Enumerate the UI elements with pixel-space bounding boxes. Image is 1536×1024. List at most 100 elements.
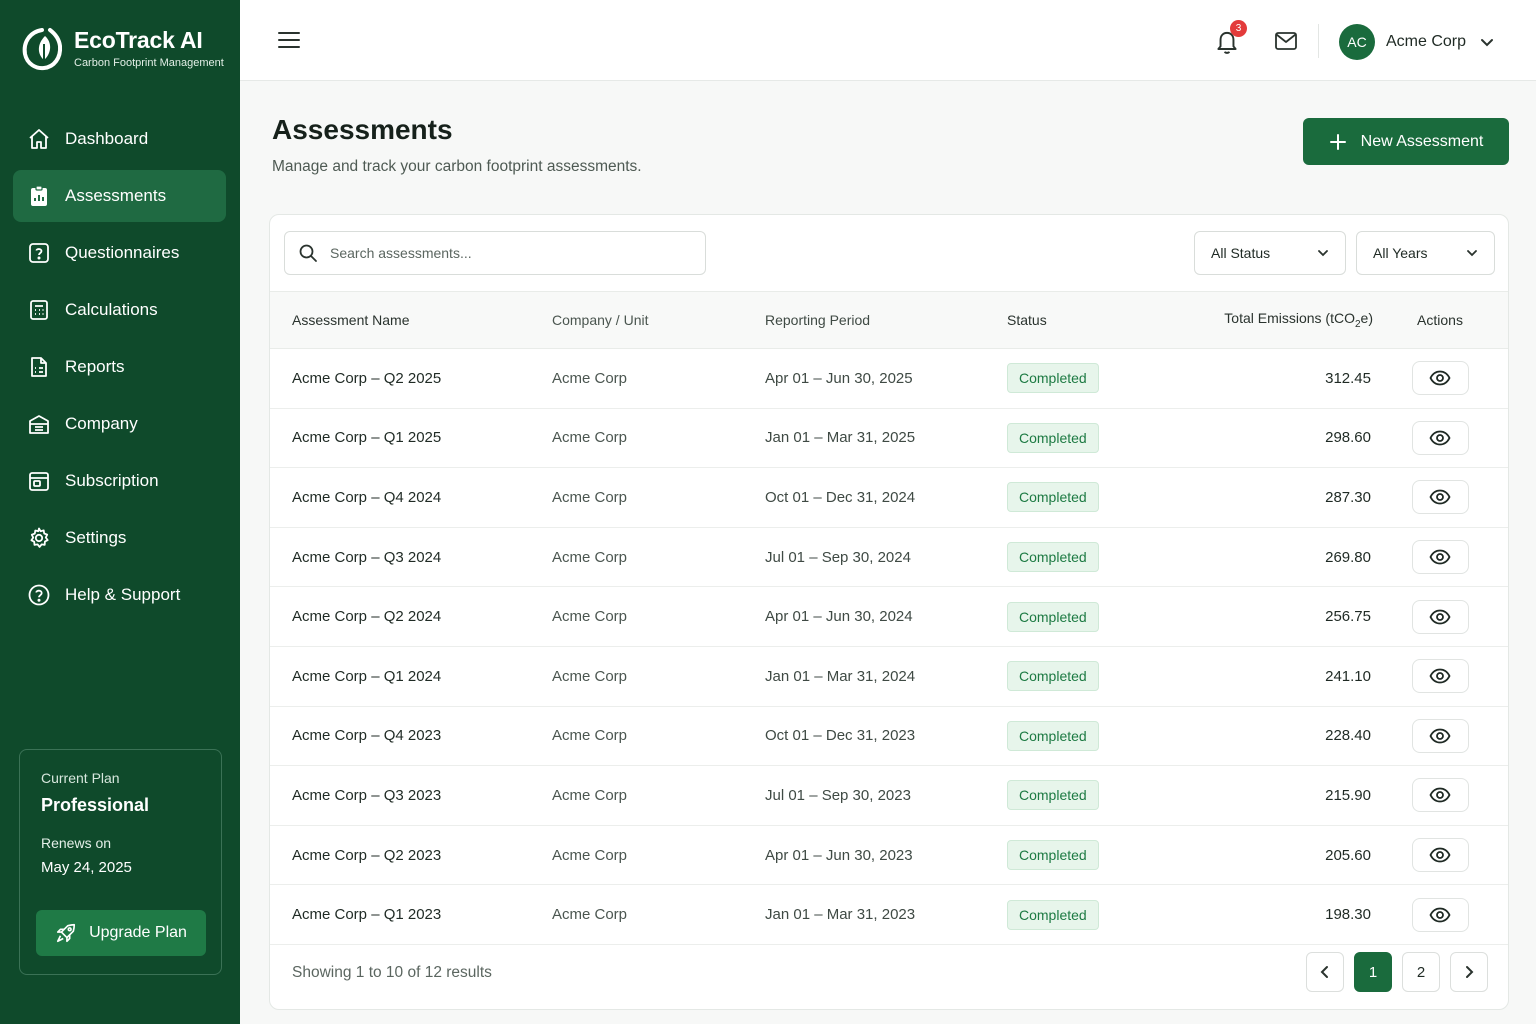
search-box[interactable] — [284, 231, 706, 275]
reporting-period: Oct 01 – Dec 31, 2024 — [765, 468, 1007, 528]
status-badge: Completed — [1007, 780, 1099, 810]
total-emissions: 312.45 — [1157, 349, 1373, 409]
view-button[interactable] — [1412, 361, 1469, 395]
sidebar-item-help[interactable]: Help & Support — [13, 569, 226, 621]
view-button[interactable] — [1412, 719, 1469, 753]
sidebar-item-questionnaires[interactable]: Questionnaires — [13, 227, 226, 279]
view-button[interactable] — [1412, 659, 1469, 693]
actions-cell — [1373, 468, 1509, 528]
chevron-left-icon — [1320, 965, 1330, 979]
table-row[interactable]: Acme Corp – Q3 2023Acme CorpJul 01 – Sep… — [270, 766, 1509, 826]
assessment-name[interactable]: Acme Corp – Q3 2023 — [270, 766, 552, 826]
column-header-name[interactable]: Assessment Name — [270, 292, 552, 349]
total-emissions: 287.30 — [1157, 468, 1373, 528]
reporting-period: Jul 01 – Sep 30, 2023 — [765, 766, 1007, 826]
new-assessment-label: New Assessment — [1361, 133, 1484, 151]
column-header-period[interactable]: Reporting Period — [765, 292, 1007, 349]
topbar-divider — [1318, 24, 1319, 58]
assessment-name[interactable]: Acme Corp – Q2 2023 — [270, 825, 552, 885]
search-input[interactable] — [330, 245, 690, 261]
column-header-company[interactable]: Company / Unit — [552, 292, 765, 349]
question-icon — [27, 241, 51, 265]
status-filter-select[interactable]: All Status — [1194, 231, 1346, 275]
assessment-name[interactable]: Acme Corp – Q4 2023 — [270, 706, 552, 766]
table-row[interactable]: Acme Corp – Q1 2025Acme CorpJan 01 – Mar… — [270, 408, 1509, 468]
assessment-name[interactable]: Acme Corp – Q2 2025 — [270, 349, 552, 409]
table-row[interactable]: Acme Corp – Q3 2024Acme CorpJul 01 – Sep… — [270, 527, 1509, 587]
table-row[interactable]: Acme Corp – Q4 2024Acme CorpOct 01 – Dec… — [270, 468, 1509, 528]
chevron-right-icon — [1464, 965, 1474, 979]
table-row[interactable]: Acme Corp – Q1 2024Acme CorpJan 01 – Mar… — [270, 646, 1509, 706]
emissions-header-prefix: Total Emissions (tCO — [1224, 310, 1355, 326]
sidebar-item-company[interactable]: Company — [13, 398, 226, 450]
user-menu[interactable]: AC Acme Corp — [1339, 24, 1494, 60]
company-unit: Acme Corp — [552, 885, 765, 945]
status-filter-value: All Status — [1211, 245, 1270, 261]
new-assessment-button[interactable]: New Assessment — [1303, 118, 1509, 165]
mail-icon[interactable] — [1274, 30, 1298, 52]
page-button-2[interactable]: 2 — [1402, 952, 1440, 992]
table-row[interactable]: Acme Corp – Q2 2024Acme CorpApr 01 – Jun… — [270, 587, 1509, 647]
actions-cell — [1373, 885, 1509, 945]
sidebar-item-label: Settings — [65, 528, 126, 548]
sidebar-item-dashboard[interactable]: Dashboard — [13, 113, 226, 165]
sidebar-item-label: Assessments — [65, 186, 166, 206]
total-emissions: 228.40 — [1157, 706, 1373, 766]
sidebar-item-label: Reports — [65, 357, 125, 377]
company-unit: Acme Corp — [552, 766, 765, 826]
page-subtitle: Manage and track your carbon footprint a… — [272, 158, 642, 176]
card-icon — [27, 469, 51, 493]
table-row[interactable]: Acme Corp – Q4 2023Acme CorpOct 01 – Dec… — [270, 706, 1509, 766]
assessment-name[interactable]: Acme Corp – Q3 2024 — [270, 527, 552, 587]
brand[interactable]: EcoTrack AI Carbon Footprint Management — [20, 24, 224, 72]
topbar: 3 AC Acme Corp — [240, 0, 1536, 81]
view-button[interactable] — [1412, 778, 1469, 812]
status-cell: Completed — [1007, 468, 1157, 528]
reporting-period: Jan 01 – Mar 31, 2023 — [765, 885, 1007, 945]
sidebar-item-label: Company — [65, 414, 138, 434]
status-badge: Completed — [1007, 900, 1099, 930]
sidebar-item-assessments[interactable]: Assessments — [13, 170, 226, 222]
leaf-logo-icon — [20, 24, 64, 72]
status-badge: Completed — [1007, 840, 1099, 870]
company-unit: Acme Corp — [552, 646, 765, 706]
status-badge: Completed — [1007, 363, 1099, 393]
view-button[interactable] — [1412, 600, 1469, 634]
years-filter-value: All Years — [1373, 245, 1427, 261]
sidebar-item-reports[interactable]: Reports — [13, 341, 226, 393]
company-unit: Acme Corp — [552, 825, 765, 885]
column-header-emissions[interactable]: Total Emissions (tCO2e) — [1157, 292, 1373, 349]
actions-cell — [1373, 766, 1509, 826]
column-header-status[interactable]: Status — [1007, 292, 1157, 349]
assessment-name[interactable]: Acme Corp – Q1 2025 — [270, 408, 552, 468]
table-row[interactable]: Acme Corp – Q1 2023Acme CorpJan 01 – Mar… — [270, 885, 1509, 945]
sidebar-item-label: Help & Support — [65, 585, 180, 605]
sidebar-item-settings[interactable]: Settings — [13, 512, 226, 564]
home-icon — [27, 127, 51, 151]
assessment-name[interactable]: Acme Corp – Q1 2023 — [270, 885, 552, 945]
calculator-icon — [27, 298, 51, 322]
actions-cell — [1373, 527, 1509, 587]
sidebar-item-subscription[interactable]: Subscription — [13, 455, 226, 507]
eye-icon — [1429, 489, 1451, 505]
plan-renew-label: Renews on — [41, 835, 200, 851]
view-button[interactable] — [1412, 540, 1469, 574]
reporting-period: Jan 01 – Mar 31, 2025 — [765, 408, 1007, 468]
next-page-button[interactable] — [1450, 952, 1488, 992]
assessment-name[interactable]: Acme Corp – Q2 2024 — [270, 587, 552, 647]
view-button[interactable] — [1412, 838, 1469, 872]
status-cell: Completed — [1007, 527, 1157, 587]
view-button[interactable] — [1412, 421, 1469, 455]
page-button-1[interactable]: 1 — [1354, 952, 1392, 992]
sidebar-item-calculations[interactable]: Calculations — [13, 284, 226, 336]
view-button[interactable] — [1412, 898, 1469, 932]
view-button[interactable] — [1412, 480, 1469, 514]
table-row[interactable]: Acme Corp – Q2 2025Acme CorpApr 01 – Jun… — [270, 349, 1509, 409]
previous-page-button[interactable] — [1306, 952, 1344, 992]
assessment-name[interactable]: Acme Corp – Q1 2024 — [270, 646, 552, 706]
years-filter-select[interactable]: All Years — [1356, 231, 1495, 275]
upgrade-plan-button[interactable]: Upgrade Plan — [36, 910, 206, 956]
table-row[interactable]: Acme Corp – Q2 2023Acme CorpApr 01 – Jun… — [270, 825, 1509, 885]
assessment-name[interactable]: Acme Corp – Q4 2024 — [270, 468, 552, 528]
menu-icon[interactable] — [277, 29, 301, 51]
